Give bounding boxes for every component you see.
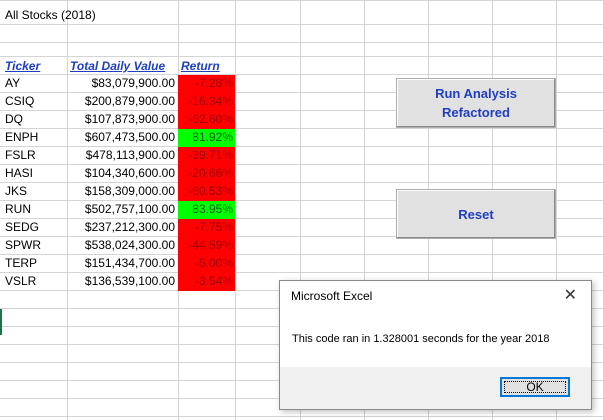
return-cell[interactable]: -16.34% — [178, 92, 233, 110]
ticker-cell[interactable]: SEDG — [5, 218, 39, 236]
total-daily-value-cell[interactable]: $478,113,900.00 — [67, 146, 175, 164]
selected-cell-indicator — [0, 309, 2, 335]
return-cell[interactable]: -60.53% — [178, 182, 233, 200]
gridline — [0, 0, 603, 1]
dialog-message: This code ran in 1.328001 seconds for th… — [292, 333, 550, 345]
total-daily-value-cell[interactable]: $502,757,100.00 — [67, 200, 175, 218]
total-daily-value-cell[interactable]: $237,212,300.00 — [67, 218, 175, 236]
ticker-header[interactable]: Ticker — [5, 57, 40, 75]
ticker-cell[interactable]: VSLR — [5, 272, 36, 290]
return-cell[interactable]: -44.59% — [178, 236, 233, 254]
return-cell[interactable]: -62.60% — [178, 110, 233, 128]
ticker-cell[interactable]: RUN — [5, 200, 31, 218]
total-daily-value-cell[interactable]: $200,879,900.00 — [67, 92, 175, 110]
ticker-cell[interactable]: AY — [5, 74, 20, 92]
return-cell[interactable]: -39.71% — [178, 146, 233, 164]
total-daily-value-cell[interactable]: $607,473,500.00 — [67, 128, 175, 146]
total-daily-value-cell[interactable]: $151,434,700.00 — [67, 254, 175, 272]
ticker-cell[interactable]: DQ — [5, 110, 23, 128]
return-cell[interactable]: -7.75% — [178, 218, 233, 236]
total-daily-value-cell[interactable]: $136,539,100.00 — [67, 272, 175, 290]
ticker-cell[interactable]: SPWR — [5, 236, 41, 254]
ticker-cell[interactable]: HASI — [5, 164, 33, 182]
ok-button[interactable]: OK — [500, 377, 570, 397]
return-header[interactable]: Return — [181, 57, 220, 75]
close-icon[interactable]: ✕ — [564, 285, 577, 305]
total-daily-value-cell[interactable]: $104,340,600.00 — [67, 164, 175, 182]
gridline — [0, 24, 603, 25]
ticker-cell[interactable]: JKS — [5, 182, 27, 200]
total-daily-value-cell[interactable]: $83,079,900.00 — [67, 74, 175, 92]
total-daily-value-header[interactable]: Total Daily Value — [70, 57, 165, 75]
sheet-title[interactable]: All Stocks (2018) — [5, 6, 96, 24]
ticker-cell[interactable]: CSIQ — [5, 92, 34, 110]
reset-button[interactable]: Reset — [396, 189, 556, 239]
msgbox-dialog: Microsoft Excel ✕ This code ran in 1.328… — [279, 280, 592, 410]
total-daily-value-cell[interactable]: $538,024,300.00 — [67, 236, 175, 254]
return-cell[interactable]: -3.54% — [178, 272, 233, 290]
ticker-cell[interactable]: FSLR — [5, 146, 36, 164]
return-cell[interactable]: 83.95% — [178, 200, 233, 218]
total-daily-value-cell[interactable]: $107,873,900.00 — [67, 110, 175, 128]
return-cell[interactable]: -5.00% — [178, 254, 233, 272]
focus-rect — [504, 381, 566, 393]
dialog-footer: OK — [280, 367, 591, 409]
return-cell[interactable]: -20.66% — [178, 164, 233, 182]
gridline — [0, 42, 603, 43]
dialog-title: Microsoft Excel — [291, 289, 373, 303]
ticker-cell[interactable]: ENPH — [5, 128, 38, 146]
return-cell[interactable]: -7.28% — [178, 74, 233, 92]
run-analysis-refactored-button[interactable]: Run Analysis Refactored — [396, 78, 556, 128]
gridline — [0, 416, 603, 417]
return-cell[interactable]: 81.92% — [178, 128, 233, 146]
ticker-cell[interactable]: TERP — [5, 254, 37, 272]
total-daily-value-cell[interactable]: $158,309,000.00 — [67, 182, 175, 200]
gridline — [235, 0, 236, 420]
